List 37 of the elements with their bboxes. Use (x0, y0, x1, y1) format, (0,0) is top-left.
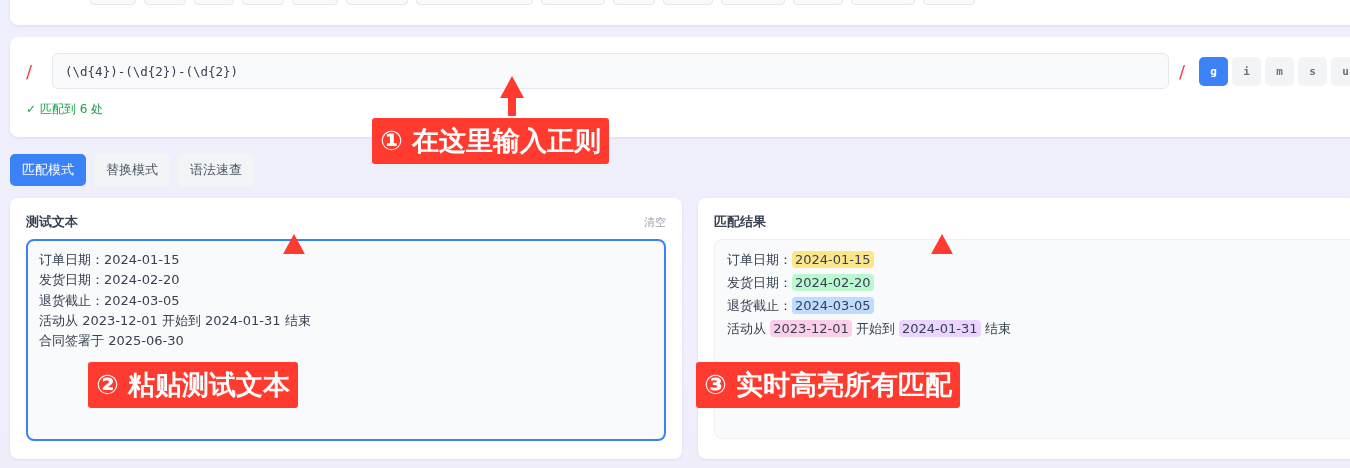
panel-title: 匹配结果 (714, 214, 766, 231)
regex-delimiter: / (1179, 60, 1187, 82)
flag-toggle[interactable]: i (1232, 56, 1261, 86)
result-text: 订单日期： (727, 250, 792, 269)
text-line: 发货日期：2024-02-20 (39, 271, 180, 290)
clear-button[interactable]: 清空 (644, 215, 666, 230)
regex-delimiter: / (26, 60, 34, 82)
up-arrow-icon (500, 76, 524, 116)
annotation-callout: ② 粘贴测试文本 (88, 362, 299, 408)
regex-input[interactable]: (\d{4})-(\d{2})-(\d{2}) (52, 53, 1169, 89)
text-line: 订单日期：2024-01-15 (39, 251, 180, 269)
match-highlight: 2023-12-01 (770, 320, 852, 337)
text-line: 退货截止：2024-03-05 (39, 291, 180, 310)
match-highlight: 2024-01-31 (898, 320, 981, 337)
up-arrow-icon (282, 234, 306, 254)
mode-tab[interactable]: 匹配模式 (10, 154, 86, 186)
result-text: 开始到 (854, 319, 896, 338)
result-text: 活动从 (727, 319, 767, 338)
result-text: 发货日期： (727, 273, 792, 292)
flag-toggle[interactable]: m (1265, 56, 1294, 86)
annotation-callout: ③ 实时高亮所有匹配 (696, 362, 961, 408)
match-highlight: 2024-03-05 (792, 297, 874, 314)
match-count: ✓ 匹配到 6 处 (26, 101, 105, 118)
text-line: 合同签署于 2025-06-30 (39, 332, 184, 351)
flag-toggle[interactable]: u (1331, 56, 1350, 86)
flag-toggle[interactable]: s (1298, 56, 1327, 86)
panel-title: 测试文本 (26, 214, 78, 231)
mode-tab[interactable]: 语法速查 (178, 154, 254, 186)
result-text: 退货截止： (727, 296, 792, 315)
result-text: 结束 (983, 319, 1011, 338)
up-arrow-icon (930, 234, 954, 254)
annotation-callout: ① 在这里输入正则 (372, 118, 610, 164)
match-highlight: 2024-02-20 (792, 274, 874, 291)
match-highlight: 2024-01-15 (792, 251, 874, 268)
mode-tab[interactable]: 替换模式 (94, 154, 170, 186)
flag-toggle[interactable]: g (1199, 56, 1228, 86)
text-line: 活动从 2023-12-01 开始到 2024-01-31 结束 (39, 311, 311, 330)
